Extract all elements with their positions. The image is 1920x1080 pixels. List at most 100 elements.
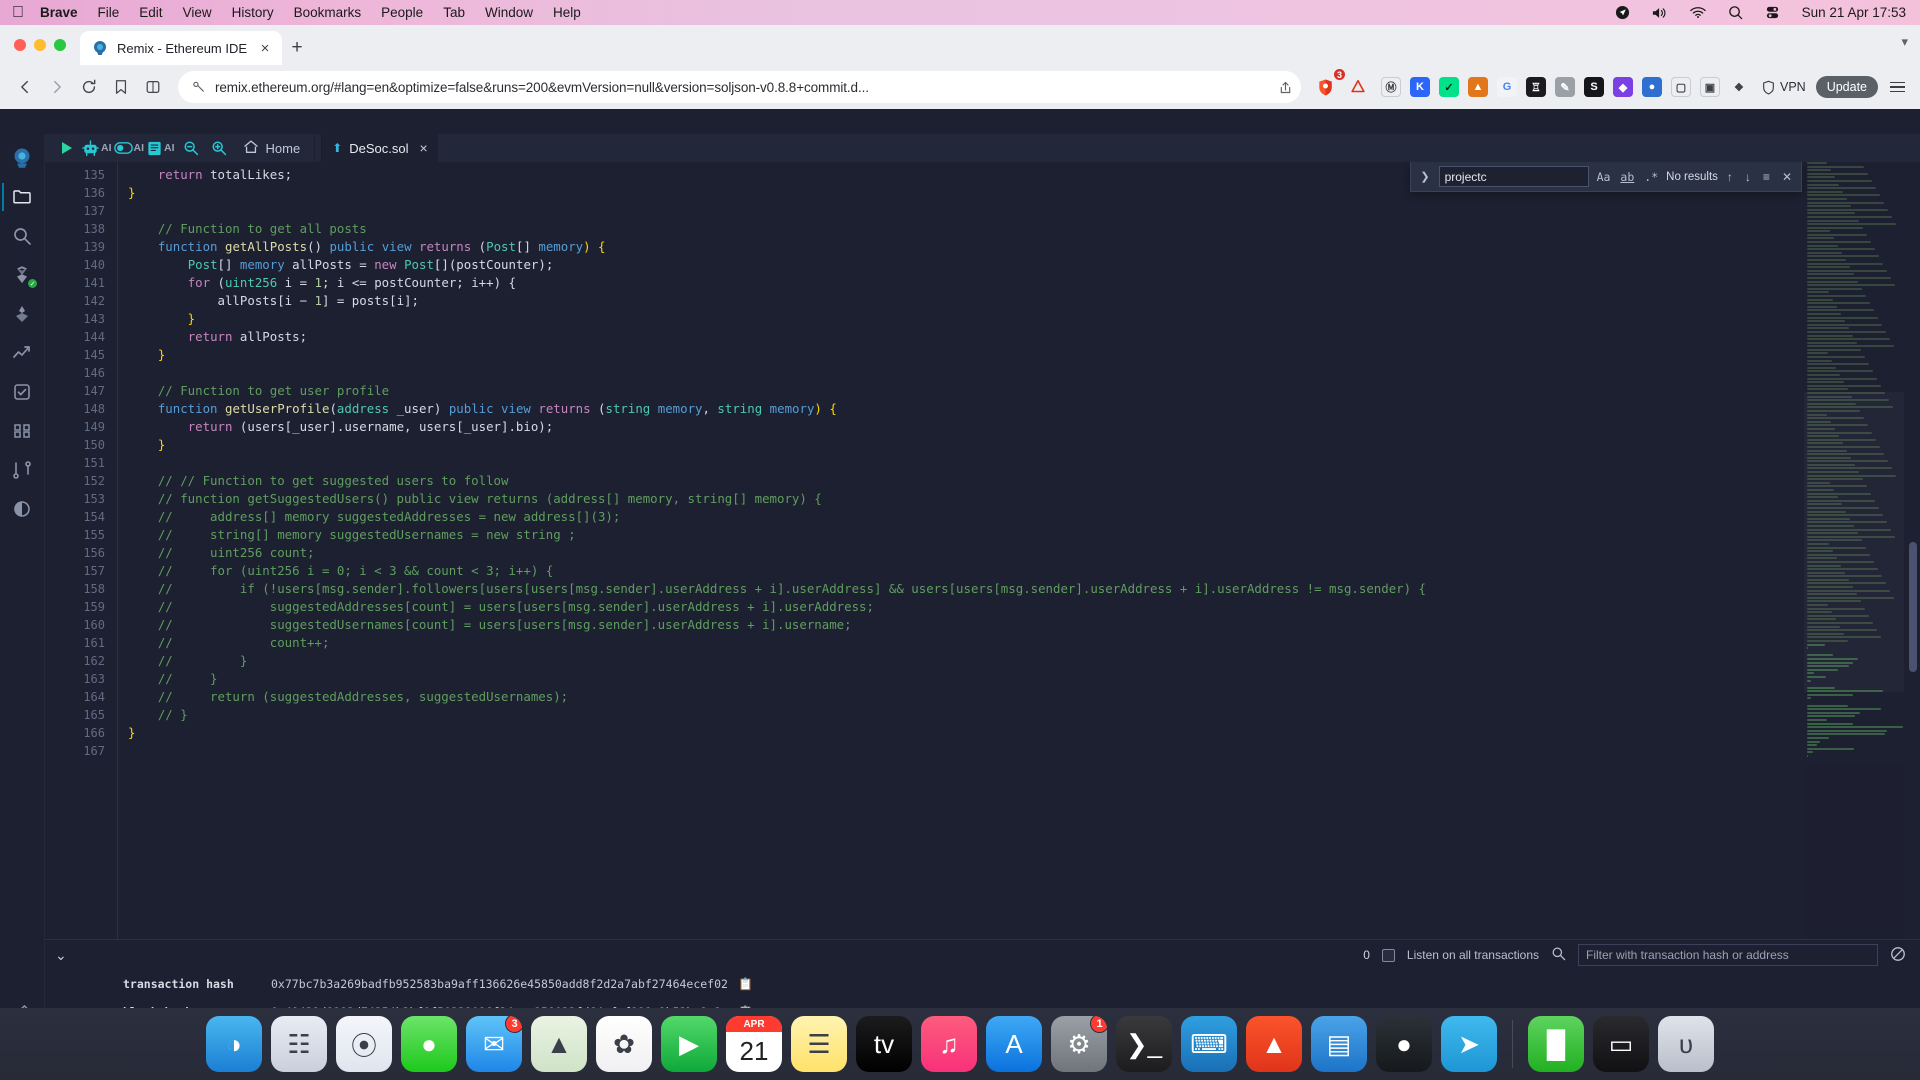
bookmark-icon[interactable] <box>106 72 136 102</box>
run-script-icon[interactable] <box>53 135 81 161</box>
dock-calendar[interactable]: APR 21 <box>726 1016 782 1072</box>
dock-notes[interactable]: ☰ <box>791 1016 847 1072</box>
close-window-button[interactable] <box>14 39 26 51</box>
code-line[interactable]: // string[] memory suggestedUsernames = … <box>118 526 1920 544</box>
file-tab-desoc-sol[interactable]: ⬆ DeSoc.sol × <box>321 134 438 162</box>
sidebar-item-solidity-compiler[interactable]: ✓ <box>2 257 42 293</box>
sidebar-item-debugger[interactable] <box>2 491 42 527</box>
search-icon[interactable] <box>1728 5 1743 20</box>
dock-launchpad[interactable]: ☷ <box>271 1016 327 1072</box>
editor-vertical-scrollbar[interactable] <box>1906 162 1920 939</box>
extension-icon[interactable]: K <box>1409 77 1430 97</box>
code-line[interactable]: // count++; <box>118 634 1920 652</box>
code-line[interactable]: } <box>118 346 1920 364</box>
extension-icon[interactable]: ✎ <box>1554 77 1575 97</box>
find-next-icon[interactable]: ↓ <box>1742 170 1754 184</box>
code-line[interactable]: // } <box>118 706 1920 724</box>
editor-code-column[interactable]: return totalLikes;} // Function to get a… <box>117 162 1920 939</box>
whole-word-toggle[interactable]: ab <box>1618 170 1636 184</box>
code-line[interactable]: allPosts[i − 1] = posts[i]; <box>118 292 1920 310</box>
forward-arrow-icon[interactable] <box>42 72 72 102</box>
new-tab-button[interactable]: + <box>282 31 312 65</box>
permissions-key-icon[interactable] <box>192 80 206 94</box>
find-input[interactable] <box>1438 166 1589 187</box>
zoom-out-icon[interactable] <box>177 135 205 161</box>
code-line[interactable]: Post[] memory allPosts = new Post[](post… <box>118 256 1920 274</box>
extension-icon[interactable]: ▲ <box>1467 77 1488 97</box>
dock-appletv[interactable]: tv <box>856 1016 912 1072</box>
brave-rewards-icon[interactable] <box>1343 72 1373 102</box>
code-line[interactable]: // suggestedAddresses[count] = users[use… <box>118 598 1920 616</box>
back-arrow-icon[interactable] <box>10 72 40 102</box>
sidebar-item-deploy-run[interactable] <box>2 296 42 332</box>
dock-photos[interactable]: ✿ <box>596 1016 652 1072</box>
code-line[interactable]: } <box>118 436 1920 454</box>
extension-icon[interactable]: ◆ <box>1612 77 1633 97</box>
dock-messages[interactable]: ● <box>401 1016 457 1072</box>
menu-item-people[interactable]: People <box>381 5 423 20</box>
transaction-filter-input[interactable] <box>1578 944 1878 966</box>
maximize-window-button[interactable] <box>54 39 66 51</box>
location-icon[interactable] <box>1615 5 1630 20</box>
dock-numbers[interactable]: █ <box>1528 1016 1584 1072</box>
ai-assistant-button[interactable]: AI <box>81 139 112 158</box>
ai-toggle-button[interactable]: AI <box>113 141 144 155</box>
close-find-icon[interactable]: ✕ <box>1779 170 1795 184</box>
code-line[interactable]: function getAllPosts() public view retur… <box>118 238 1920 256</box>
code-line[interactable] <box>118 364 1920 382</box>
control-center-icon[interactable] <box>1765 5 1780 20</box>
dock-maps[interactable]: ▲ <box>531 1016 587 1072</box>
dock-terminal[interactable]: ❯_ <box>1116 1016 1172 1072</box>
close-file-tab-button[interactable]: × <box>420 140 428 156</box>
dock-brave[interactable]: ▲ <box>1246 1016 1302 1072</box>
menubar-clock[interactable]: Sun 21 Apr 17:53 <box>1802 5 1906 20</box>
extension-icon[interactable]: ● <box>1641 77 1662 97</box>
dock-appstore[interactable]: A <box>986 1016 1042 1072</box>
regex-toggle[interactable]: .* <box>1642 170 1660 184</box>
home-tab-button[interactable]: Home <box>243 139 300 158</box>
code-line[interactable]: // address[] memory suggestedAddresses =… <box>118 508 1920 526</box>
extension-icon[interactable]: ▢ <box>1670 77 1691 97</box>
minimap-slider[interactable] <box>1804 392 1904 692</box>
wifi-icon[interactable] <box>1689 6 1706 19</box>
code-line[interactable] <box>118 742 1920 760</box>
dock-finder[interactable]: ◑ <box>206 1016 262 1072</box>
menu-item-window[interactable]: Window <box>485 5 533 20</box>
find-previous-icon[interactable]: ↑ <box>1724 170 1736 184</box>
address-bar[interactable]: remix.ethereum.org/#lang=en&optimize=fal… <box>178 71 1301 103</box>
dock-safari[interactable]: ⦿ <box>336 1016 392 1072</box>
menu-item-view[interactable]: View <box>183 5 212 20</box>
code-line[interactable]: function getUserProfile(address _user) p… <box>118 400 1920 418</box>
dock-docker[interactable]: ▤ <box>1311 1016 1367 1072</box>
menu-item-file[interactable]: File <box>98 5 120 20</box>
minimize-window-button[interactable] <box>34 39 46 51</box>
dock-music[interactable]: ♫ <box>921 1016 977 1072</box>
brave-shields-icon[interactable]: 3 <box>1311 68 1346 102</box>
close-tab-button[interactable]: × <box>256 39 274 57</box>
clear-console-icon[interactable] <box>1890 946 1906 965</box>
dock-system-settings[interactable]: ⚙ 1 <box>1051 1016 1107 1072</box>
code-line[interactable] <box>118 454 1920 472</box>
zoom-in-icon[interactable] <box>205 135 233 161</box>
code-line[interactable]: // function getSuggestedUsers() public v… <box>118 490 1920 508</box>
extension-icon[interactable]: G <box>1496 77 1517 97</box>
dock-mail[interactable]: ✉ 3 <box>466 1016 522 1072</box>
code-line[interactable]: // Function to get user profile <box>118 382 1920 400</box>
code-line[interactable]: // // Function to get suggested users to… <box>118 472 1920 490</box>
code-line[interactable]: // return (suggestedAddresses, suggested… <box>118 688 1920 706</box>
extension-icon[interactable]: ♖ <box>1525 77 1546 97</box>
update-button[interactable]: Update <box>1815 76 1878 98</box>
reload-icon[interactable] <box>74 72 104 102</box>
extension-icon[interactable]: Ⓜ <box>1380 77 1401 97</box>
chevron-right-icon[interactable]: ❯ <box>1417 170 1432 183</box>
apple-logo-icon[interactable]:  <box>12 4 24 21</box>
editor-code-content[interactable]: return totalLikes;} // Function to get a… <box>118 162 1920 760</box>
sidebar-item-plugin-manager[interactable] <box>2 413 42 449</box>
extension-icon[interactable]: ▣ <box>1699 77 1720 97</box>
volume-icon[interactable] <box>1652 6 1668 20</box>
share-icon[interactable] <box>1278 80 1293 95</box>
sidebar-item-analysis[interactable] <box>2 335 42 371</box>
code-line[interactable]: for (uint256 i = 1; i <= postCounter; i+… <box>118 274 1920 292</box>
code-line[interactable]: } <box>118 724 1920 742</box>
dock-trash[interactable]: ᴜ <box>1658 1016 1714 1072</box>
